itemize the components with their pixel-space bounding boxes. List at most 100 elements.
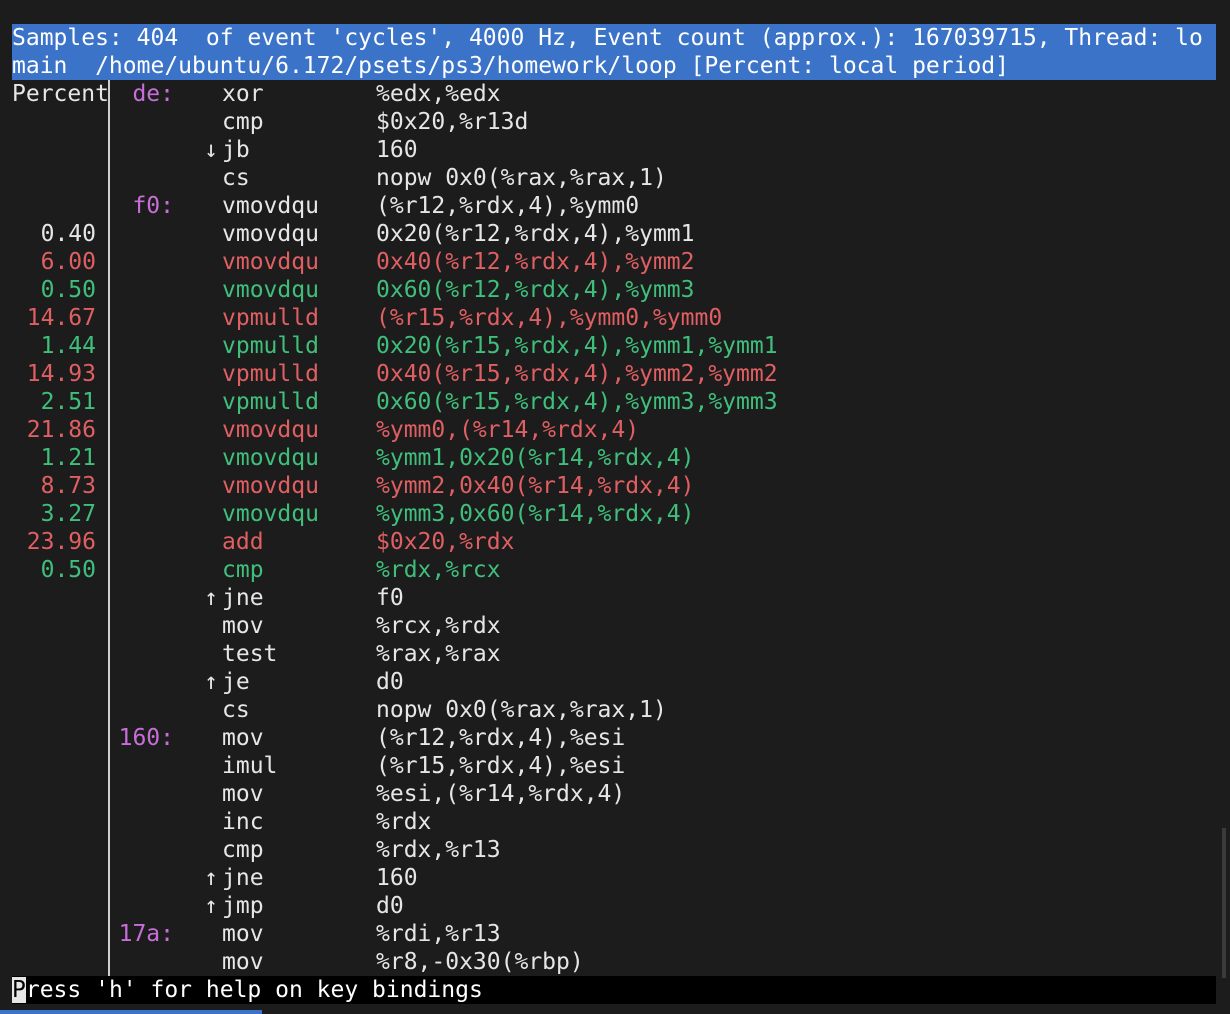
gutter [96, 276, 108, 304]
percent-value [12, 948, 96, 976]
asm-line[interactable]: ↑ jne f0 [12, 584, 1216, 612]
asm-line[interactable]: 14.93 vpmulld 0x40(%r15,%rdx,4),%ymm2,%ymm… [12, 360, 1216, 388]
percent-value [12, 192, 96, 220]
terminal-cursor: P [12, 977, 26, 1003]
arrow-slot [174, 332, 222, 360]
asm-line[interactable]: mov %esi,(%r14,%rdx,4) [12, 780, 1216, 808]
jump-target-label [110, 780, 174, 808]
jump-target-label [110, 696, 174, 724]
asm-line[interactable]: inc %rdx [12, 808, 1216, 836]
instruction-mnemonic: cs [222, 697, 250, 723]
header-line-samples: Samples: 404 of event 'cycles', 4000 Hz,… [12, 24, 1216, 52]
arrow-slot [174, 808, 222, 836]
percent-value: 0.50 [40, 557, 96, 583]
gutter [96, 388, 108, 416]
arrow-slot [174, 696, 222, 724]
asm-line[interactable]: 23.96 add $0x20,%rdx [12, 528, 1216, 556]
asm-line[interactable]: Percent de: xor %edx,%edx [12, 80, 1216, 108]
asm-line[interactable]: cmp $0x20,%r13d [12, 108, 1216, 136]
percent-value: 6.00 [40, 249, 96, 275]
arrow-slot [174, 192, 222, 220]
gutter [96, 528, 108, 556]
jump-target-label [110, 360, 174, 388]
gutter [96, 892, 108, 920]
percent-value [12, 724, 96, 752]
jump-target-label [110, 220, 174, 248]
asm-line[interactable]: ↓ jb 160 [12, 136, 1216, 164]
instruction-operands: 160 [376, 137, 418, 163]
instruction-operands: 0x40(%r12,%rdx,4),%ymm2 [376, 249, 695, 275]
instruction-mnemonic: vpmulld [222, 361, 319, 387]
instruction-mnemonic: cmp [222, 837, 264, 863]
percent-value: 0.40 [40, 221, 96, 247]
asm-line[interactable]: cs nopw 0x0(%rax,%rax,1) [12, 696, 1216, 724]
asm-line[interactable]: 6.00 vmovdqu 0x40(%r12,%rdx,4),%ymm2 [12, 248, 1216, 276]
jump-target-label [110, 472, 174, 500]
gutter [96, 612, 108, 640]
gutter [96, 360, 108, 388]
jump-target-label [110, 864, 174, 892]
gutter [96, 500, 108, 528]
asm-line[interactable]: 1.21 vmovdqu %ymm1,0x20(%r14,%rdx,4) [12, 444, 1216, 472]
percent-value: 23.96 [26, 529, 96, 555]
arrow-slot [174, 556, 222, 584]
terminal-tab-indicator [0, 1010, 262, 1014]
percent-value [12, 164, 96, 192]
asm-line[interactable]: f0: vmovdqu (%r12,%rdx,4),%ymm0 [12, 192, 1216, 220]
asm-line[interactable]: 2.51 vpmulld 0x60(%r15,%rdx,4),%ymm3,%ymm3 [12, 388, 1216, 416]
asm-line[interactable]: ↑ je d0 [12, 668, 1216, 696]
arrow-slot [174, 248, 222, 276]
gutter [96, 752, 108, 780]
instruction-operands: d0 [376, 893, 404, 919]
jump-up-arrow-icon: ↑ [204, 585, 218, 611]
jump-target-label [110, 388, 174, 416]
instruction-operands: %rdx,%r13 [376, 837, 501, 863]
percent-value: 1.21 [40, 445, 96, 471]
asm-line[interactable]: 17a: mov %rdi,%r13 [12, 920, 1216, 948]
gutter [96, 556, 108, 584]
scrollbar[interactable] [1222, 828, 1226, 978]
jump-target-label [110, 444, 174, 472]
asm-line[interactable]: 3.27 vmovdqu %ymm3,0x60(%r14,%rdx,4) [12, 500, 1216, 528]
arrow-slot [174, 920, 222, 948]
percent-value [12, 108, 96, 136]
asm-line[interactable]: cs nopw 0x0(%rax,%rax,1) [12, 164, 1216, 192]
asm-line[interactable]: ↑ jne 160 [12, 864, 1216, 892]
asm-line[interactable]: ↑ jmp d0 [12, 892, 1216, 920]
asm-line[interactable]: 1.44 vpmulld 0x20(%r15,%rdx,4),%ymm1,%ymm1 [12, 332, 1216, 360]
instruction-mnemonic: vpmulld [222, 389, 319, 415]
asm-line[interactable]: imul (%r15,%rdx,4),%esi [12, 752, 1216, 780]
jump-target-label [110, 752, 174, 780]
percent-value: 21.86 [26, 417, 96, 443]
gutter [96, 416, 108, 444]
asm-line[interactable]: 160: mov (%r12,%rdx,4),%esi [12, 724, 1216, 752]
asm-line[interactable]: mov %rcx,%rdx [12, 612, 1216, 640]
arrow-slot [174, 640, 222, 668]
disassembly-list[interactable]: Percent de: xor %edx,%edx cmp $0x20,%r13d ↓ jb 1… [12, 80, 1216, 976]
asm-line[interactable]: mov %r8,-0x30(%rbp) [12, 948, 1216, 976]
instruction-operands: (%r12,%rdx,4),%esi [376, 725, 626, 751]
jump-target-label [110, 612, 174, 640]
asm-line[interactable]: 14.67 vpmulld (%r15,%rdx,4),%ymm0,%ymm0 [12, 304, 1216, 332]
asm-line[interactable]: 0.50 vmovdqu 0x60(%r12,%rdx,4),%ymm3 [12, 276, 1216, 304]
asm-line[interactable]: 21.86 vmovdqu %ymm0,(%r14,%rdx,4) [12, 416, 1216, 444]
gutter [96, 640, 108, 668]
arrow-slot [174, 528, 222, 556]
asm-line[interactable]: 0.40 vmovdqu 0x20(%r12,%rdx,4),%ymm1 [12, 220, 1216, 248]
asm-line[interactable]: test %rax,%rax [12, 640, 1216, 668]
instruction-mnemonic: jmp [222, 893, 264, 919]
instruction-mnemonic: vmovdqu [222, 445, 319, 471]
asm-line[interactable]: 0.50 cmp %rdx,%rcx [12, 556, 1216, 584]
instruction-mnemonic: mov [222, 921, 264, 947]
asm-line[interactable]: cmp %rdx,%r13 [12, 836, 1216, 864]
instruction-operands: 0x60(%r12,%rdx,4),%ymm3 [376, 277, 695, 303]
arrow-slot [174, 416, 222, 444]
instruction-mnemonic: cs [222, 165, 250, 191]
percent-value: 3.27 [40, 501, 96, 527]
instruction-operands: %ymm0,(%r14,%rdx,4) [376, 417, 640, 443]
jump-target-label: 17a: [118, 921, 174, 947]
jump-target-label [110, 304, 174, 332]
asm-line[interactable]: 8.73 vmovdqu %ymm2,0x40(%r14,%rdx,4) [12, 472, 1216, 500]
percent-value [12, 752, 96, 780]
percent-value: 0.50 [40, 277, 96, 303]
